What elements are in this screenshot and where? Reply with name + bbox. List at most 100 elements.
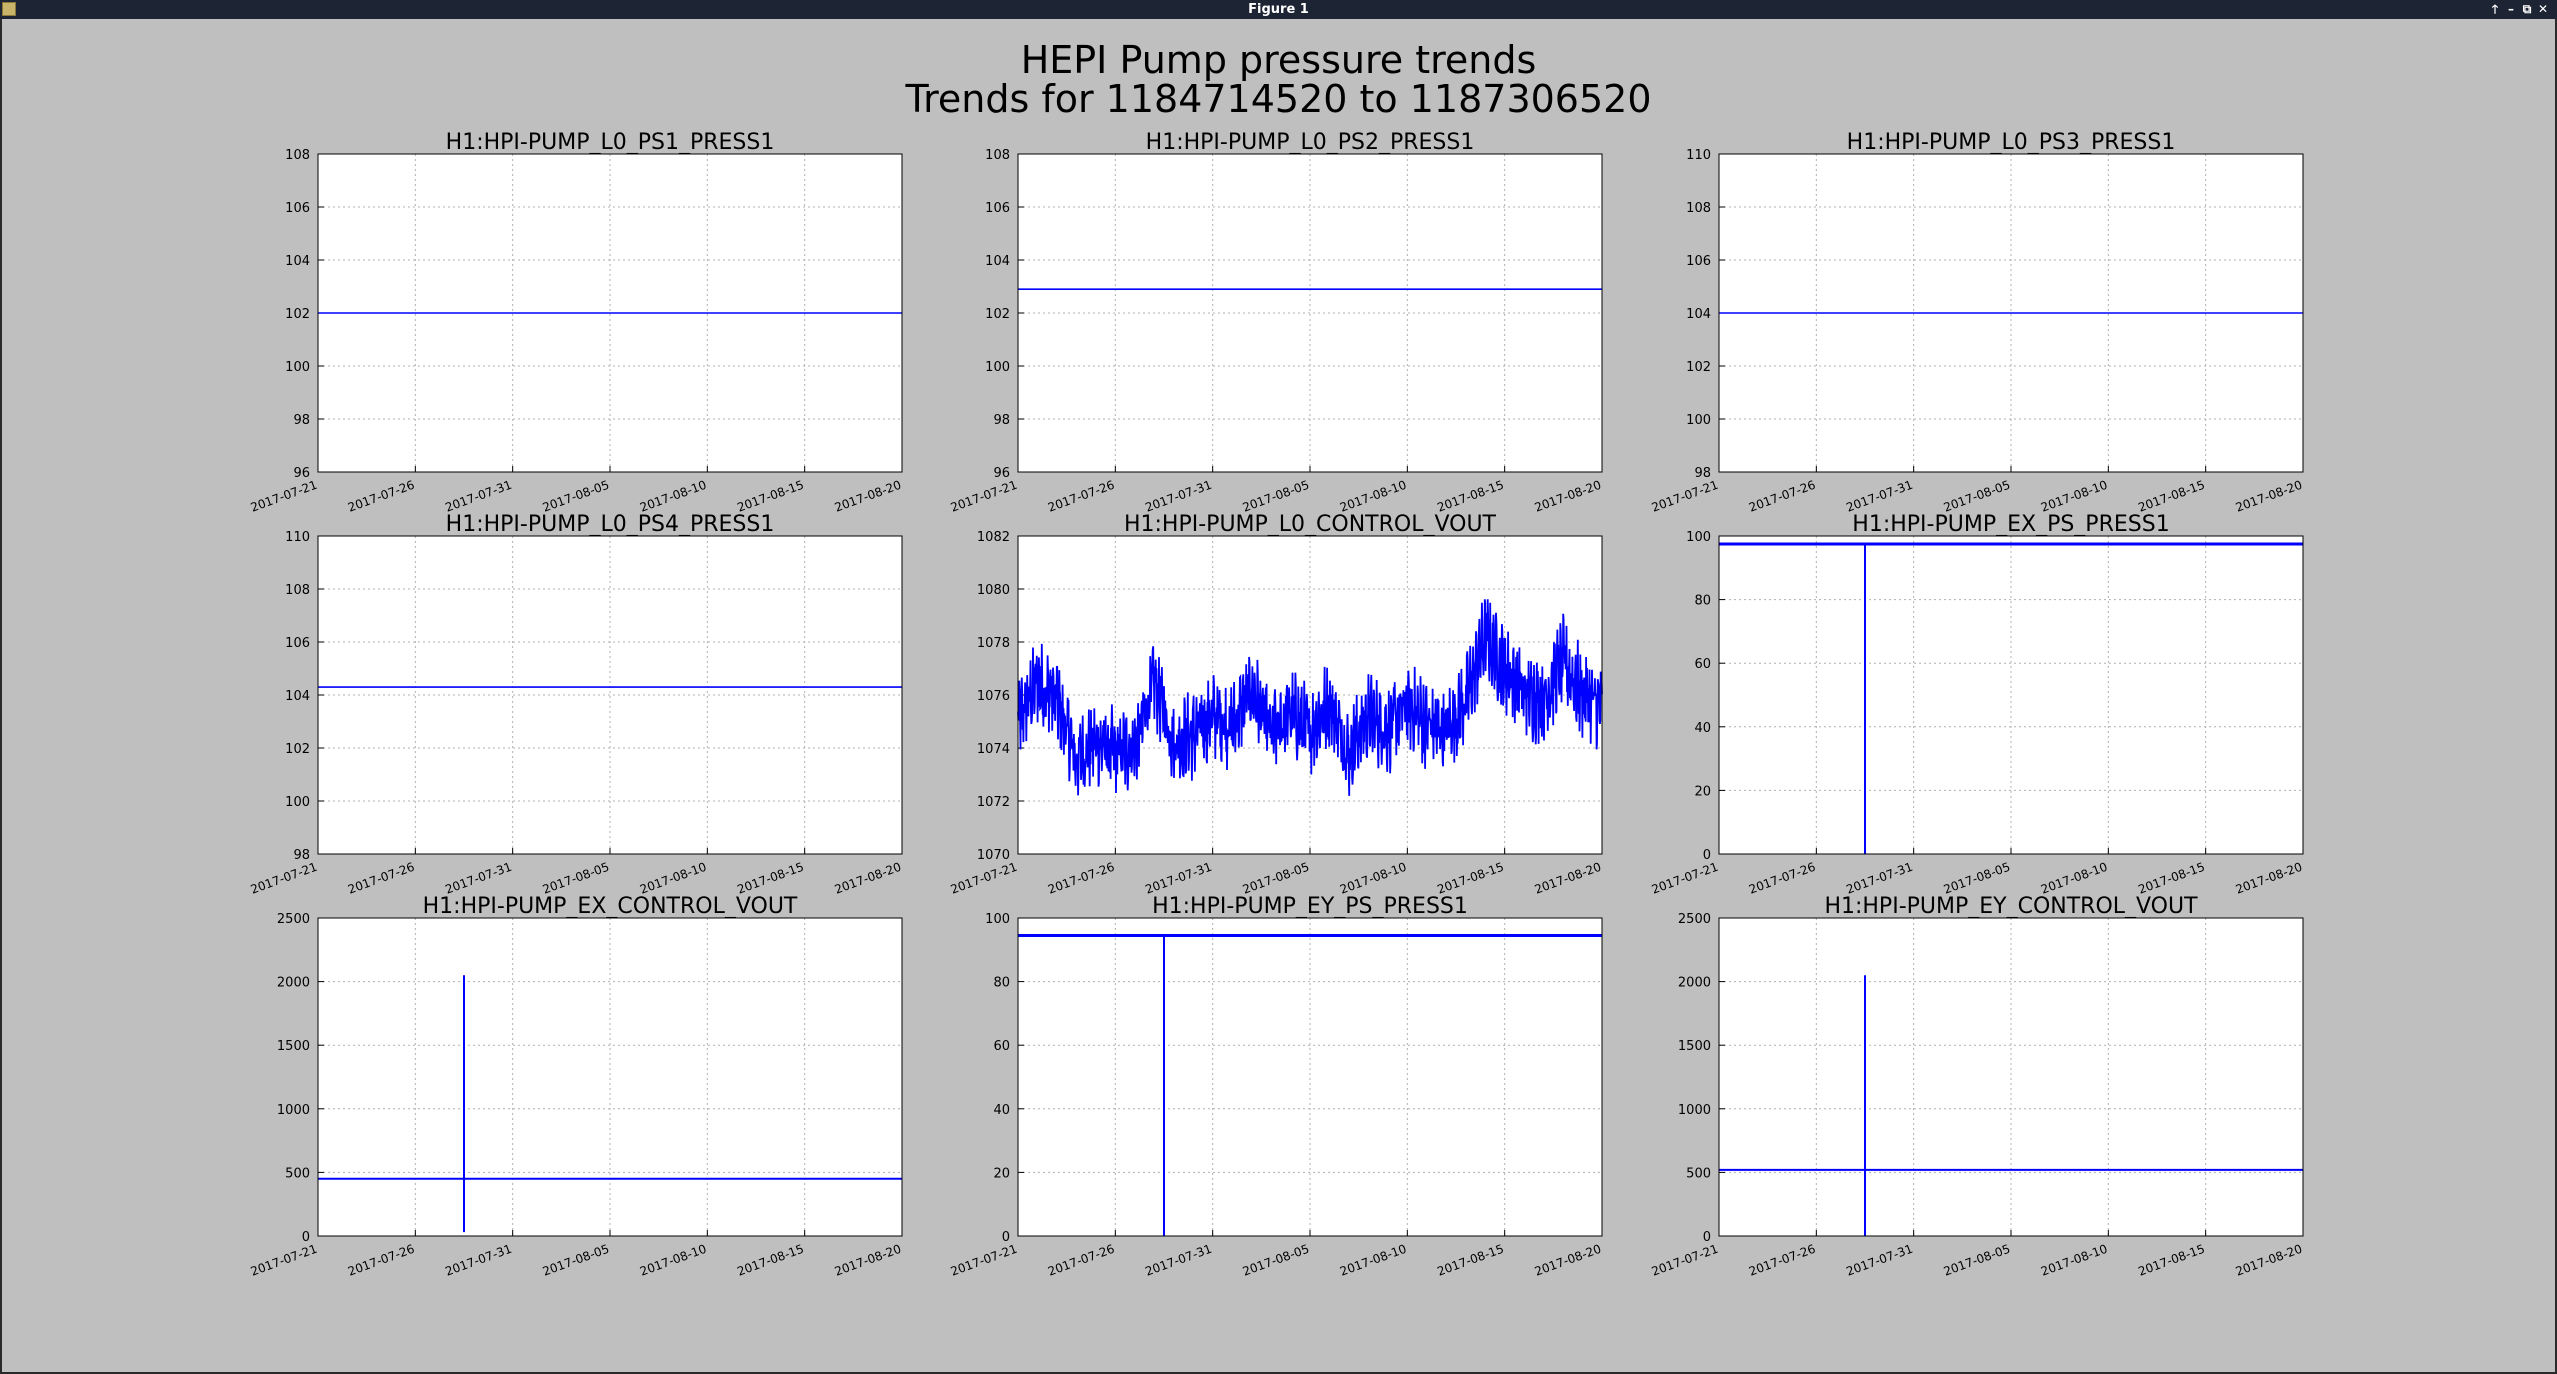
x-tick-label: 2017-07-26 <box>346 860 416 897</box>
subplot-title: H1:HPI-PUMP_EX_PS_PRESS1 <box>1852 512 2169 537</box>
subplot-9: 050010001500200025002017-07-21 2017-07-26… <box>1650 894 2304 1279</box>
y-tick-label: 102 <box>985 307 1010 322</box>
y-tick-label: 1074 <box>977 742 1010 757</box>
y-tick-label: 104 <box>285 689 310 704</box>
x-tick-label: 2017-07-26 <box>1747 478 1817 515</box>
x-tick-label: 2017-07-26 <box>1046 860 1116 897</box>
x-tick-label: 2017-08-15 <box>1435 1242 1505 1279</box>
x-tick-label: 2017-08-10 <box>2039 1242 2109 1279</box>
y-tick-label: 98 <box>993 413 1010 428</box>
y-tick-label: 100 <box>285 360 310 375</box>
x-tick-label: 2017-07-31 <box>1143 478 1213 515</box>
y-tick-label: 100 <box>285 795 310 810</box>
x-tick-label: 2017-08-20 <box>1533 1242 1603 1279</box>
x-tick-label: 2017-07-31 <box>1143 1242 1213 1279</box>
subplot-title: H1:HPI-PUMP_L0_PS4_PRESS1 <box>446 512 775 537</box>
x-tick-label: 2017-08-15 <box>2136 860 2206 897</box>
y-tick-label: 20 <box>1694 784 1711 799</box>
y-tick-label: 100 <box>985 360 1010 375</box>
subplot-title: H1:HPI-PUMP_EX_CONTROL_VOUT <box>423 894 798 919</box>
x-tick-label: 2017-08-20 <box>2234 860 2304 897</box>
y-tick-label: 60 <box>993 1039 1010 1054</box>
y-tick-label: 80 <box>993 976 1010 991</box>
y-tick-label: 80 <box>1694 594 1711 609</box>
y-tick-label: 104 <box>285 254 310 269</box>
y-tick-label: 2500 <box>277 912 310 927</box>
y-tick-label: 102 <box>285 742 310 757</box>
x-tick-label: 2017-07-26 <box>346 1242 416 1279</box>
x-tick-label: 2017-07-31 <box>1844 1242 1914 1279</box>
subplot-8: 0204060801002017-07-21 2017-07-26 2017-07-… <box>949 894 1603 1279</box>
x-tick-label: 2017-07-26 <box>1046 478 1116 515</box>
x-tick-label: 2017-07-31 <box>1143 860 1213 897</box>
x-tick-label: 2017-08-05 <box>1241 1242 1311 1279</box>
y-tick-label: 1078 <box>977 636 1010 651</box>
subplot-6: 0204060801002017-07-21 2017-07-26 2017-07-… <box>1650 512 2304 897</box>
x-tick-label: 2017-08-20 <box>833 1242 903 1279</box>
y-tick-label: 1080 <box>977 583 1010 598</box>
y-tick-label: 102 <box>285 307 310 322</box>
x-tick-label: 2017-08-15 <box>1435 478 1505 515</box>
subplot-3: 98 100 102 104 106 108 110 2017-07-21 2017-07-26… <box>1650 130 2304 515</box>
y-tick-label: 40 <box>1694 721 1711 736</box>
x-tick-label: 2017-08-10 <box>638 860 708 897</box>
y-tick-label: 1500 <box>277 1039 310 1054</box>
x-tick-label: 2017-08-10 <box>1338 860 1408 897</box>
x-tick-label: 2017-07-31 <box>443 860 513 897</box>
subplot-title: H1:HPI-PUMP_EY_CONTROL_VOUT <box>1824 894 2198 919</box>
x-tick-label: 2017-07-21 <box>249 478 319 515</box>
x-tick-label: 2017-08-05 <box>541 860 611 897</box>
x-tick-label: 2017-08-15 <box>1435 860 1505 897</box>
y-tick-label: 108 <box>985 148 1010 163</box>
x-tick-label: 2017-08-05 <box>1241 860 1311 897</box>
x-tick-label: 2017-07-21 <box>949 1242 1019 1279</box>
y-tick-label: 20 <box>993 1166 1010 1181</box>
y-tick-label: 2000 <box>1678 976 1711 991</box>
x-tick-label: 2017-07-31 <box>1844 478 1914 515</box>
x-tick-label: 2017-07-21 <box>249 1242 319 1279</box>
subplot-title: H1:HPI-PUMP_L0_PS2_PRESS1 <box>1146 130 1475 155</box>
x-tick-label: 2017-08-10 <box>2039 860 2109 897</box>
y-tick-label: 500 <box>285 1166 310 1181</box>
x-tick-label: 2017-08-20 <box>833 478 903 515</box>
subplot-5: 1070 1072 1074 1076 1078 1080 1082 2017-07-21 20… <box>949 512 1603 897</box>
subplot-title: H1:HPI-PUMP_EY_PS_PRESS1 <box>1152 894 1468 919</box>
y-tick-label: 102 <box>1686 360 1711 375</box>
y-tick-label: 1500 <box>1678 1039 1711 1054</box>
y-tick-label: 1000 <box>1678 1103 1711 1118</box>
y-tick-label: 2500 <box>1678 912 1711 927</box>
y-tick-label: 106 <box>285 201 310 216</box>
subplot-title: H1:HPI-PUMP_L0_PS1_PRESS1 <box>446 130 775 155</box>
y-tick-label: 96 <box>293 466 310 481</box>
x-tick-label: 2017-08-05 <box>1942 1242 2012 1279</box>
y-tick-label: 500 <box>1686 1166 1711 1181</box>
x-tick-label: 2017-07-21 <box>949 860 1019 897</box>
subplot-4: 98 100 102 104 106 108 110 2017-07-21 2017-07-26… <box>249 512 903 897</box>
y-tick-label: 110 <box>285 530 310 545</box>
x-tick-label: 2017-07-31 <box>1844 860 1914 897</box>
x-tick-label: 2017-08-20 <box>2234 478 2304 515</box>
y-tick-label: 98 <box>293 413 310 428</box>
x-tick-label: 2017-08-05 <box>541 478 611 515</box>
x-tick-label: 2017-07-26 <box>1747 1242 1817 1279</box>
x-tick-label: 2017-08-20 <box>2234 1242 2304 1279</box>
x-tick-label: 2017-08-05 <box>1241 478 1311 515</box>
y-tick-label: 1070 <box>977 848 1010 863</box>
y-tick-label: 108 <box>285 148 310 163</box>
y-tick-label: 104 <box>1686 307 1711 322</box>
x-tick-label: 2017-07-26 <box>1046 1242 1116 1279</box>
x-tick-label: 2017-08-20 <box>1533 860 1603 897</box>
subplot-1: 96 98 100 102 104 106 108 2017-07-21 2017-07-26 2… <box>249 130 903 515</box>
y-tick-label: 110 <box>1686 148 1711 163</box>
x-tick-label: 2017-07-31 <box>443 1242 513 1279</box>
y-tick-label: 106 <box>1686 254 1711 269</box>
y-tick-label: 1076 <box>977 689 1010 704</box>
y-tick-label: 104 <box>985 254 1010 269</box>
x-tick-label: 2017-07-21 <box>949 478 1019 515</box>
x-tick-label: 2017-08-10 <box>638 1242 708 1279</box>
x-tick-label: 2017-08-15 <box>735 860 805 897</box>
y-tick-label: 98 <box>1694 466 1711 481</box>
x-tick-label: 2017-07-21 <box>1650 1242 1720 1279</box>
x-tick-label: 2017-08-15 <box>735 478 805 515</box>
y-tick-label: 106 <box>285 636 310 651</box>
